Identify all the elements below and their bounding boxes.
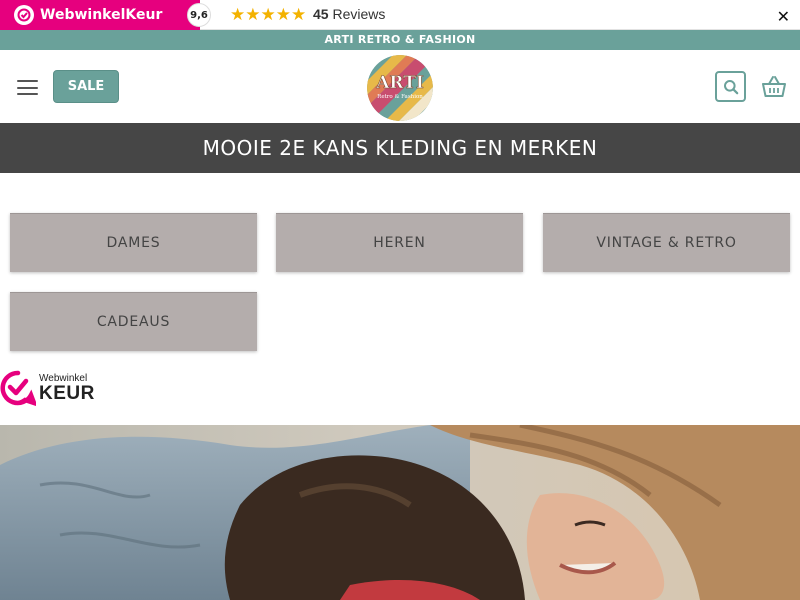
webwinkelkeur-logo-icon bbox=[14, 5, 34, 25]
site-header: SALE ARTI Retro & Fashion bbox=[0, 50, 800, 123]
search-icon bbox=[723, 79, 738, 94]
star-icons: ★★★★★ bbox=[230, 5, 307, 25]
page-title: MOOIE 2E KANS KLEDING EN MERKEN bbox=[0, 123, 800, 173]
review-count: 45 bbox=[313, 6, 329, 22]
basket-icon[interactable] bbox=[761, 74, 787, 100]
top-announcement-bar: ARTI RETRO & FASHION bbox=[0, 30, 800, 50]
category-button-heren[interactable]: HEREN bbox=[276, 213, 523, 272]
hero-image bbox=[0, 425, 800, 600]
category-button-vintage-retro[interactable]: VINTAGE & RETRO bbox=[543, 213, 790, 272]
category-button-cadeaus[interactable]: CADEAUS bbox=[10, 292, 257, 351]
close-icon[interactable]: ✕ bbox=[777, 7, 790, 26]
logo-text: ARTI bbox=[375, 73, 424, 93]
webwinkelkeur-brand-label: WebwinkelKeur bbox=[40, 7, 163, 23]
review-score: 9,6 bbox=[187, 3, 211, 27]
search-button[interactable] bbox=[715, 71, 746, 102]
webwinkelkeur-trust-mark[interactable]: Webwinkel KEUR bbox=[0, 369, 100, 407]
logo-subtext: Retro & Fashion bbox=[377, 94, 423, 100]
arti-logo[interactable]: ARTI Retro & Fashion bbox=[367, 55, 433, 121]
webwinkelkeur-badge[interactable]: WebwinkelKeur bbox=[0, 0, 200, 30]
trust-mark-line1: Webwinkel bbox=[39, 372, 88, 384]
reviews-label: Reviews bbox=[332, 6, 386, 22]
sale-button[interactable]: SALE bbox=[53, 70, 119, 103]
webwinkelkeur-check-icon bbox=[0, 370, 36, 406]
review-bar: WebwinkelKeur 9,6 ★★★★★ 45 Reviews ✕ bbox=[0, 0, 800, 30]
trust-mark-line2: KEUR bbox=[39, 382, 95, 404]
menu-icon[interactable] bbox=[17, 80, 38, 95]
category-button-dames[interactable]: DAMES bbox=[10, 213, 257, 272]
star-rating: ★★★★★ bbox=[230, 5, 306, 25]
reviews-link[interactable]: 45 Reviews bbox=[313, 6, 385, 22]
